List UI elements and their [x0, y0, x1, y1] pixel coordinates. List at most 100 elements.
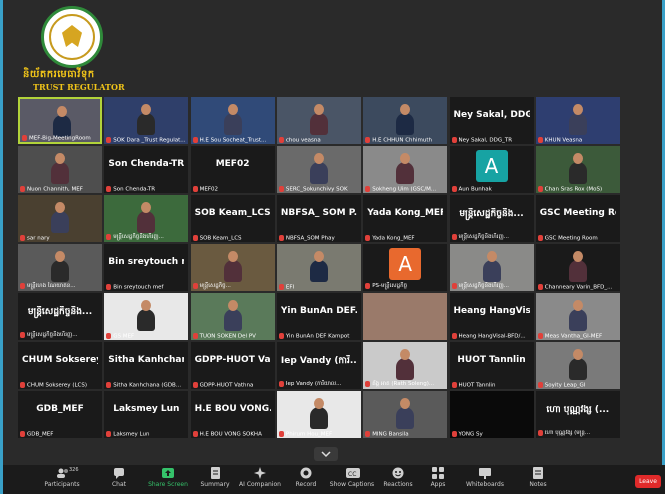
participant-video	[191, 244, 275, 283]
muted-mic-icon	[537, 234, 543, 241]
ai-companion-button[interactable]: AI Companion	[238, 467, 282, 488]
participant-tile[interactable]: Yada Kong_MEF Yada Kong_MEF	[363, 195, 448, 242]
participant-tile[interactable]: Chan Sras Rox (MoS)	[535, 146, 620, 193]
expand-gallery-button[interactable]	[314, 447, 338, 461]
reactions-button[interactable]: Reactions	[383, 467, 413, 488]
participant-tile[interactable]: GSC Meeting Ro... GSC Meeting Room	[535, 195, 620, 242]
participant-tile[interactable]	[363, 293, 448, 340]
participant-tile[interactable]: មន្ត្រីសេដ្ឋកិច្ចនិង... មន្ត្រីសេដ្ឋកិច្ច…	[449, 195, 534, 242]
participant-tile[interactable]: Soyity Leap_GI	[535, 342, 620, 389]
participant-name-label: Nuon Channith, MEF	[20, 185, 100, 192]
participant-name: Soyity Leap_GI	[544, 382, 586, 388]
whiteboards-button[interactable]: Whiteboards	[463, 467, 507, 488]
participant-tile[interactable]: NBFSA_ SOM P... NBFSA_SOM Phay	[276, 195, 361, 242]
participant-tile[interactable]: Heang HangVis... Heang HangVisal-BFD/...	[449, 293, 534, 340]
participant-tile[interactable]: GDB_MEF GDB_MEF	[18, 391, 102, 438]
participant-tile[interactable]: Bin sreytouch m... Bin sreytouch mef	[104, 244, 189, 291]
participant-tile[interactable]: គ័ង្គ អាត (Rath Soleng)...	[363, 342, 448, 389]
participant-tile[interactable]: Channeary Varin_BFD_...	[535, 244, 620, 291]
participant-tile[interactable]: Yin BunAn DEF... Yin BunAn DEF Kampot	[276, 293, 361, 340]
participant-video	[450, 244, 534, 283]
participants-button[interactable]: 326 Participants	[41, 467, 83, 488]
participant-tile[interactable]: MEF-Big-MeetingRoom	[18, 97, 102, 144]
participant-tile[interactable]: Phirum Hou_MEF	[276, 391, 361, 438]
participant-tile[interactable]: មន្ត្រីសេដ្ឋកិច្ច...	[190, 244, 275, 291]
muted-mic-icon	[278, 283, 284, 290]
participant-video	[104, 195, 188, 234]
participant-tile[interactable]: Ney Sakal, DDG... Ney Sakal, DDG_TR	[449, 97, 534, 144]
participant-tile[interactable]: មន្ត្រីសេដ្ឋកិច្ចនិងហិរញ្ញ...	[449, 244, 534, 291]
muted-mic-icon	[278, 234, 284, 241]
participant-display-name: Yada Kong_MEF	[367, 208, 444, 218]
participant-video	[536, 293, 620, 332]
participant-tile[interactable]: SOK Dara _Trust Regulat...	[104, 97, 189, 144]
participant-tile[interactable]: Iep Vandy (ការិ... Iep Vandy (ការិយាល...	[276, 342, 361, 389]
participant-tile[interactable]: មន្ត្រីសេដ្ឋកិច្ចនិង... មន្ត្រីសេដ្ឋកិច្ច…	[18, 293, 102, 340]
participant-tile[interactable]: ហោ បុណ្ណវង្ស (... ហោ បុណ្ណវង្ស (មន្ត្រ...	[535, 391, 620, 438]
participant-tile[interactable]: HUOT Tannlin HUOT Tannlin	[449, 342, 534, 389]
participant-tile[interactable]: TUON SOKEN Del PV	[190, 293, 275, 340]
participant-name-label: មន្ត្រីហេង ណៃយាតន...	[20, 282, 100, 290]
share-screen-button[interactable]: Share Screen	[148, 467, 188, 488]
participant-name: chou veasna	[285, 137, 321, 143]
participant-display-name: H.E BOU VONG...	[194, 404, 271, 414]
participant-tile[interactable]: Meas Vantha_GI-MEF	[535, 293, 620, 340]
participant-tile[interactable]: H.E CHHUN Chhimuth	[363, 97, 448, 144]
participant-display-name: GDB_MEF	[36, 404, 84, 414]
muted-mic-icon	[278, 430, 284, 437]
participant-tile[interactable]: H.E Sou Socheat_Trust...	[190, 97, 275, 144]
participant-tile[interactable]: YONG Sy	[449, 391, 534, 438]
participant-tile[interactable]: Son Chenda-TR Son Chenda-TR	[104, 146, 189, 193]
participant-tile[interactable]: H.E BOU VONG... H.E BOU VONG SOKHA	[190, 391, 275, 438]
participant-tile[interactable]: MING Bansila	[363, 391, 448, 438]
participant-tile[interactable]: Sokheng Uim (GSC/M...	[363, 146, 448, 193]
participant-name: Sitha Kanhchana (GDB...	[113, 382, 182, 388]
participant-name: KHUN Veasna	[544, 137, 583, 143]
participant-name: GDPP-HUOT Vathna	[199, 382, 254, 388]
participant-name: Son Chenda-TR	[113, 186, 156, 192]
participant-display-name: មន្ត្រីសេដ្ឋកិច្ចនិង...	[459, 209, 524, 219]
muted-mic-icon	[537, 283, 543, 290]
participant-name-label: Laksmey Lun	[106, 430, 186, 437]
muted-mic-icon	[365, 136, 371, 143]
participant-tile[interactable]: Laksmey Lun Laksmey Lun	[104, 391, 189, 438]
participant-name-label: Aun Bunhak	[451, 185, 532, 192]
participant-display-name: Son Chenda-TR	[108, 159, 185, 169]
participant-tile[interactable]: GDPP-HUOT Va... GDPP-HUOT Vathna	[190, 342, 275, 389]
participant-tile[interactable]: CHUM Sokserey... CHUM Sokserey (LCS)	[18, 342, 102, 389]
participant-tile[interactable]: Sitha Kanhchan... Sitha Kanhchana (GDB...	[104, 342, 189, 389]
participant-name-label: ហោ បុណ្ណវង្ស (មន្ត្រ...	[537, 429, 618, 437]
participant-tile[interactable]: chou veasna	[276, 97, 361, 144]
muted-mic-icon	[365, 234, 371, 241]
muted-mic-icon	[192, 282, 198, 289]
summary-button[interactable]: Summary	[198, 467, 232, 488]
participants-icon	[56, 467, 68, 479]
participant-tile[interactable]: KHUN Veasna	[535, 97, 620, 144]
participant-video	[104, 293, 188, 332]
participant-tile[interactable]: EFI	[276, 244, 361, 291]
notes-button[interactable]: Notes	[525, 467, 551, 488]
participant-tile[interactable]: មន្ត្រីសេដ្ឋកិច្ចនិងហិរញ្ញ...	[104, 195, 189, 242]
muted-mic-icon	[365, 282, 371, 289]
show-captions-button[interactable]: CC Show Captions	[329, 467, 375, 488]
leave-button[interactable]: Leave	[635, 475, 661, 488]
participant-tile[interactable]: sar nary	[18, 195, 102, 242]
participant-tile[interactable]: មន្ត្រីហេង ណៃយាតន...	[18, 244, 102, 291]
participant-tile[interactable]: Nuon Channith, MEF	[18, 146, 102, 193]
participant-name-label: GDPP-HUOT Vathna	[192, 381, 273, 388]
participant-display-name: NBFSA_ SOM P...	[280, 208, 357, 218]
participant-display-name: Ney Sakal, DDG...	[453, 110, 530, 120]
participant-tile[interactable]: A Aun Bunhak	[449, 146, 534, 193]
record-button[interactable]: Record	[293, 467, 319, 488]
participant-tile[interactable]: SERC_Sokunchivy SOK	[276, 146, 361, 193]
apps-button[interactable]: Apps	[427, 467, 449, 488]
participant-name-label: Channeary Varin_BFD_...	[537, 283, 618, 290]
chat-button[interactable]: Chat	[106, 467, 132, 488]
participant-tile[interactable]: GS MEF	[104, 293, 189, 340]
participant-tile[interactable]: A PS-មន្ត្រីសេដ្ឋកិច្ច	[363, 244, 448, 291]
muted-mic-icon	[20, 185, 25, 192]
participant-name: Phirum Hou_MEF	[285, 431, 333, 437]
participant-name: គ័ង្គ អាត (Rath Soleng)...	[372, 381, 435, 387]
participant-tile[interactable]: SOB Keam_LCS SOB Keam_LCS	[190, 195, 275, 242]
participant-tile[interactable]: MEF02 MEF02	[190, 146, 275, 193]
